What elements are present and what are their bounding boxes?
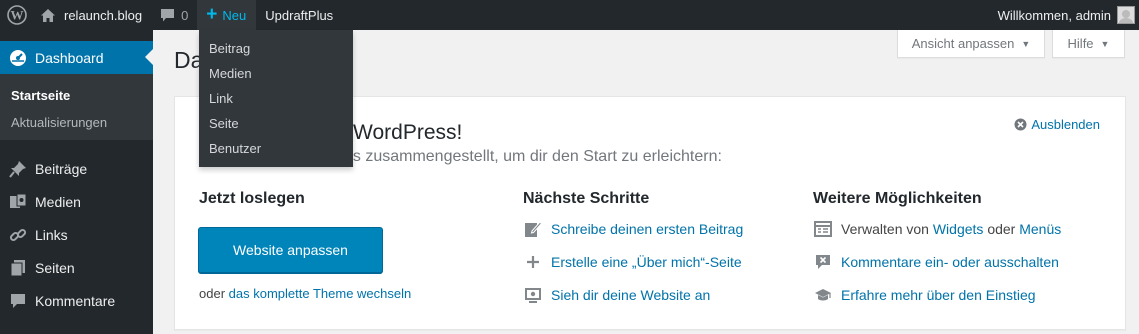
sidebar-item-label: Beiträge: [35, 160, 88, 177]
view-site-link[interactable]: Sieh dir deine Website an: [551, 287, 710, 303]
more-action-item: Verwalten von Widgets oder Menüs: [814, 220, 1061, 238]
updraftplus-label: UpdraftPlus: [265, 7, 334, 23]
dashboard-gauge-icon: [10, 49, 26, 66]
learn-more-link[interactable]: Erfahre mehr über den Einstieg: [841, 287, 1036, 303]
pages-icon: [10, 259, 25, 276]
change-theme-link[interactable]: das komplette Theme wechseln: [229, 286, 412, 301]
next-step-item: Erstelle eine „Über mich“-Seite: [524, 253, 742, 271]
sidebar-item-label: Kommentare: [35, 292, 116, 309]
help-label: Hilfe: [1067, 36, 1094, 51]
admin-sidebar: Dashboard Startseite Aktualisierungen Be…: [0, 30, 153, 334]
dashboard-submenu: Startseite Aktualisierungen: [0, 74, 153, 140]
media-icon: [10, 193, 27, 208]
sidebar-item-label: Seiten: [35, 259, 75, 276]
plus-icon: +: [206, 3, 218, 25]
widgets-link[interactable]: Widgets: [933, 221, 984, 237]
column-heading-get-started: Jetzt loslegen: [199, 190, 305, 207]
menus-link[interactable]: Menüs: [1019, 221, 1061, 237]
site-name: relaunch.blog: [64, 7, 143, 23]
new-content-menu[interactable]: + Neu: [197, 0, 257, 30]
sidebar-item-posts[interactable]: Beiträge: [0, 152, 153, 185]
new-menu-item-user[interactable]: Benutzer: [199, 136, 353, 161]
avatar: [1117, 6, 1135, 24]
home-icon: [41, 8, 55, 22]
screen-options-button[interactable]: Ansicht anpassen ▼: [897, 30, 1045, 58]
sidebar-item-media[interactable]: Medien: [0, 185, 153, 218]
svg-text:W: W: [10, 8, 23, 23]
sidebar-item-label: Dashboard: [35, 49, 104, 66]
write-first-post-link[interactable]: Schreibe deinen ersten Beitrag: [551, 221, 743, 237]
manage-mid: oder: [987, 221, 1016, 237]
help-button[interactable]: Hilfe ▼: [1052, 30, 1125, 58]
comments-icon: [11, 293, 25, 308]
submenu-item-home[interactable]: Startseite: [0, 82, 153, 109]
column-heading-next-steps: Nächste Schritte: [523, 190, 650, 207]
more-action-item: Kommentare ein- oder ausschalten: [814, 253, 1059, 271]
greeting: Willkommen, admin: [997, 7, 1111, 23]
sidebar-item-links[interactable]: Links: [0, 218, 153, 251]
sidebar-item-label: Medien: [35, 193, 81, 210]
create-about-page-link[interactable]: Erstelle eine „Über mich“-Seite: [551, 254, 742, 270]
manage-prefix: Verwalten von: [841, 221, 929, 237]
submenu-item-updates[interactable]: Aktualisierungen: [0, 109, 153, 136]
sidebar-item-pages[interactable]: Seiten: [0, 251, 153, 284]
alt-prefix: oder: [199, 286, 226, 301]
caret-down-icon: ▼: [1100, 38, 1110, 49]
links-icon: [9, 228, 27, 241]
dismiss-label: Ausblenden: [1031, 117, 1100, 132]
next-step-item: Schreibe deinen ersten Beitrag: [524, 220, 743, 238]
updraftplus-menu[interactable]: UpdraftPlus: [256, 0, 343, 30]
comments-count: 0: [181, 7, 189, 23]
plus-icon: [527, 256, 539, 268]
pin-icon: [9, 160, 26, 178]
view-site-icon: [525, 288, 541, 303]
new-label: Neu: [222, 7, 247, 23]
new-menu-item-post[interactable]: Beitrag: [199, 36, 353, 61]
my-account-menu[interactable]: Willkommen, admin: [989, 0, 1139, 30]
next-step-item: Sieh dir deine Website an: [524, 286, 710, 304]
screen-options-label: Ansicht anpassen: [911, 36, 1015, 51]
sidebar-item-dashboard[interactable]: Dashboard: [0, 41, 153, 74]
new-menu-item-link[interactable]: Link: [199, 86, 353, 111]
column-heading-more-actions: Weitere Möglichkeiten: [813, 190, 982, 207]
sidebar-item-label: Links: [35, 226, 68, 243]
widgets-menus-icon: [814, 221, 832, 237]
close-circle-icon: [1014, 118, 1027, 131]
comments-toggle-icon: [816, 255, 830, 269]
admin-bar: W relaunch.blog 0 + Neu UpdraftPlus Will…: [0, 0, 1139, 30]
comment-bubble-icon: [161, 8, 175, 21]
new-menu-item-media[interactable]: Medien: [199, 61, 353, 86]
toggle-comments-link[interactable]: Kommentare ein- oder ausschalten: [841, 254, 1059, 270]
edit-page-icon: [525, 221, 542, 237]
change-theme-text: oder das komplette Theme wechseln: [199, 286, 411, 301]
customize-site-button[interactable]: Website anpassen: [198, 227, 383, 273]
comments-link[interactable]: 0: [151, 0, 197, 30]
learn-more-icon: [815, 289, 831, 301]
dismiss-link[interactable]: Ausblenden: [1014, 117, 1100, 132]
new-menu-item-page[interactable]: Seite: [199, 111, 353, 136]
sidebar-item-comments[interactable]: Kommentare: [0, 284, 153, 317]
more-action-item: Erfahre mehr über den Einstieg: [814, 286, 1036, 304]
site-name-link[interactable]: relaunch.blog: [33, 0, 151, 30]
new-content-dropdown: Beitrag Medien Link Seite Benutzer: [199, 30, 353, 167]
wordpress-logo-icon[interactable]: W: [0, 0, 33, 30]
caret-down-icon: ▼: [1021, 38, 1031, 49]
